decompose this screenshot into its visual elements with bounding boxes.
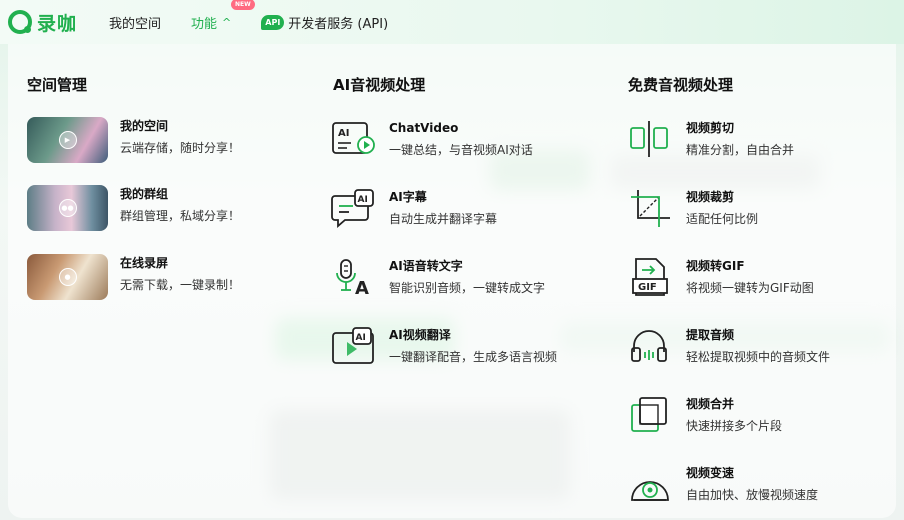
- item-title: 提取音频: [686, 328, 735, 342]
- item-title: 视频转GIF: [686, 259, 745, 273]
- menu-item-my-groups[interactable]: ●● 我的群组 群组管理，私域分享！: [27, 185, 240, 231]
- column-free-processing: 免费音视频处理: [628, 74, 733, 95]
- ai-subtitle-icon-label: AI: [358, 195, 368, 205]
- menu-item-video-merge[interactable]: 视频合并 快速拼接多个片段: [628, 395, 782, 435]
- ai-chat-icon: AI: [331, 119, 377, 159]
- ai-video-translate-icon: AI: [331, 326, 377, 366]
- item-title: 视频裁剪: [686, 190, 735, 204]
- record-icon: ●: [58, 268, 77, 286]
- gif-icon-label: GIF: [638, 282, 657, 293]
- menu-item-chatvideo[interactable]: AI ChatVideo 一键总结，与音视频AI对话: [331, 119, 533, 159]
- item-desc: 群组管理，私域分享！: [120, 209, 241, 223]
- logo[interactable]: 录咖: [8, 9, 77, 36]
- my-space-thumbnail: ▶: [27, 117, 108, 163]
- section-title: 空间管理: [27, 76, 88, 94]
- section-title: 免费音视频处理: [628, 76, 734, 94]
- item-desc: 无需下载，一键录制！: [120, 278, 241, 292]
- nav-my-space-label: 我的空间: [109, 16, 162, 32]
- menu-item-video-to-gif[interactable]: GIF 视频转GIF 将视频一键转为GIF动图: [628, 257, 814, 297]
- item-desc: 将视频一键转为GIF动图: [686, 281, 814, 295]
- my-groups-thumbnail: ●●: [27, 185, 108, 231]
- item-title: 视频合并: [686, 397, 735, 411]
- screen-record-thumbnail: ●: [27, 254, 108, 300]
- menu-item-video-crop[interactable]: 视频裁剪 适配任何比例: [628, 188, 758, 228]
- item-title: 视频剪切: [686, 121, 735, 135]
- item-title: 视频变速: [686, 466, 735, 480]
- crop-icon: [628, 188, 674, 228]
- item-desc: 云端存储，随时分享！: [120, 141, 241, 155]
- nav-my-space[interactable]: 我的空间: [109, 13, 161, 32]
- speech-to-text-icon: A: [331, 257, 377, 297]
- new-badge: NEW: [231, 0, 255, 10]
- chevron-up-icon: ^: [222, 15, 232, 29]
- speech-to-text-icon-label: A: [355, 278, 369, 297]
- ai-video-translate-icon-label: AI: [356, 333, 366, 343]
- video-cut-icon: [628, 119, 674, 159]
- item-title: 在线录屏: [120, 256, 169, 270]
- item-desc: 一键总结，与音视频AI对话: [389, 143, 533, 157]
- logo-icon: [8, 10, 32, 34]
- item-title: 我的空间: [120, 119, 169, 133]
- item-title: AI语音转文字: [389, 259, 463, 273]
- item-desc: 轻松提取视频中的音频文件: [686, 350, 831, 364]
- item-desc: 快速拼接多个片段: [686, 419, 783, 433]
- item-desc: 自动生成并翻译字幕: [389, 212, 498, 226]
- menu-item-screen-record[interactable]: ● 在线录屏 无需下载，一键录制！: [27, 254, 240, 300]
- nav-developer-api[interactable]: API 开发者服务 (API): [261, 13, 388, 32]
- api-icon: API: [261, 14, 285, 30]
- menu-item-video-cut[interactable]: 视频剪切 精准分割，自由合并: [628, 119, 794, 159]
- menu-item-video-speed[interactable]: 视频变速 自由加快、放慢视频速度: [628, 464, 818, 504]
- section-title: AI音视频处理: [333, 76, 426, 94]
- features-dropdown: 空间管理 ▶ 我的空间 云端存储，随时分享！ ●● 我的群组 群组管理，私域分享…: [8, 44, 896, 518]
- headphones-icon: [628, 326, 674, 366]
- menu-item-ai-subtitle[interactable]: AI AI字幕 自动生成并翻译字幕: [331, 188, 497, 228]
- item-desc: 适配任何比例: [686, 212, 759, 226]
- item-title: 我的群组: [120, 187, 169, 201]
- item-desc: 一键翻译配音，生成多语言视频: [389, 350, 558, 364]
- merge-icon: [628, 395, 674, 435]
- column-ai-processing: AI音视频处理: [333, 74, 425, 95]
- item-title: AI视频翻译: [389, 328, 451, 342]
- nav-developer-api-label: 开发者服务 (API): [288, 16, 389, 32]
- gif-icon: GIF: [628, 257, 674, 297]
- nav-features[interactable]: 功能 ^ NEW: [191, 0, 255, 32]
- brand-name: 录咖: [37, 12, 78, 35]
- top-nav: 录咖 我的空间 功能 ^ NEW API 开发者服务 (API): [0, 0, 904, 44]
- menu-item-speech-to-text[interactable]: A AI语音转文字 智能识别音频，一键转成文字: [331, 257, 545, 297]
- menu-item-my-space[interactable]: ▶ 我的空间 云端存储，随时分享！: [27, 117, 240, 163]
- item-title: ChatVideo: [389, 121, 459, 135]
- ai-chat-icon-label: AI: [338, 128, 349, 139]
- menu-item-extract-audio[interactable]: 提取音频 轻松提取视频中的音频文件: [628, 326, 830, 366]
- group-icon: ●●: [58, 199, 77, 217]
- menu-item-ai-video-translate[interactable]: AI AI视频翻译 一键翻译配音，生成多语言视频: [331, 326, 557, 366]
- item-desc: 精准分割，自由合并: [686, 143, 795, 157]
- item-desc: 自由加快、放慢视频速度: [686, 488, 819, 502]
- item-title: AI字幕: [389, 190, 427, 204]
- speed-icon: [628, 464, 674, 504]
- play-circle-icon: ▶: [58, 131, 77, 149]
- ai-subtitle-icon: AI: [331, 188, 377, 228]
- column-space-management: 空间管理: [27, 74, 87, 95]
- nav-features-label: 功能: [191, 16, 218, 32]
- item-desc: 智能识别音频，一键转成文字: [389, 281, 546, 295]
